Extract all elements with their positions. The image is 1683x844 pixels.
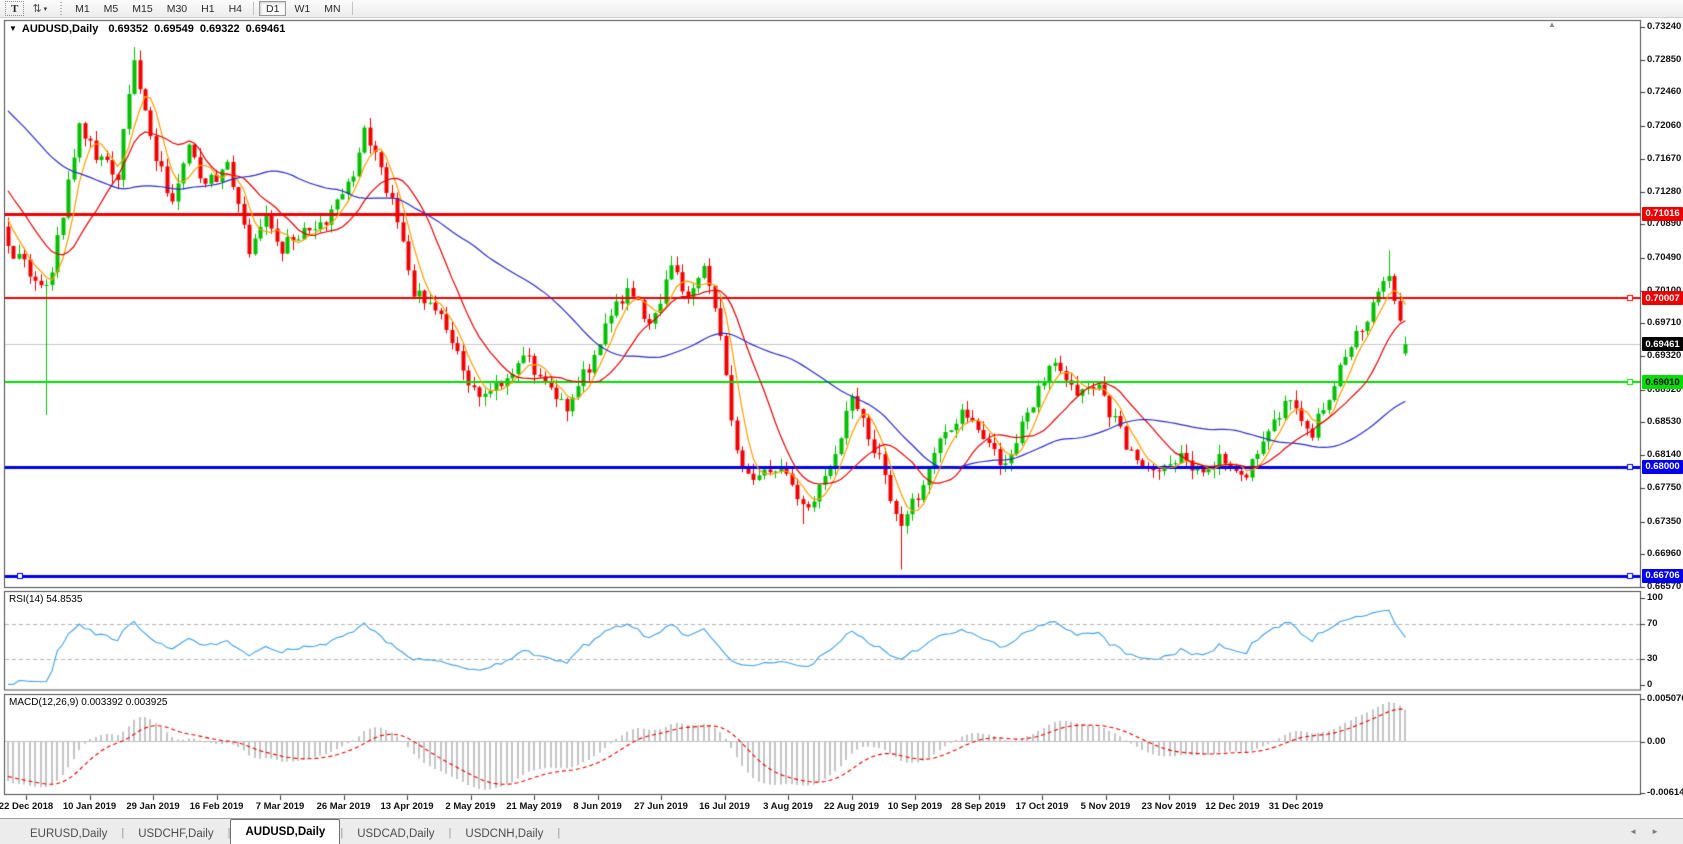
chart-tab-eurusd[interactable]: EURUSD,Daily (16, 823, 121, 844)
arrows-swap-icon: ⇅ (32, 4, 41, 14)
timeframe-button-m30[interactable]: M30 (161, 1, 193, 16)
chart-tab-audusd[interactable]: AUDUSD,Daily (230, 819, 340, 844)
scroll-up-icon[interactable]: ▲ (1548, 20, 1556, 29)
tab-scroll-arrows: ◄ ► (1629, 827, 1659, 836)
toolbar-separator (352, 2, 353, 15)
macd-indicator-label: MACD(12,26,9) 0.003392 0.003925 (9, 697, 167, 708)
timeframe-button-h4[interactable]: H4 (223, 1, 248, 16)
chart-title: ▼ AUDUSD,Daily 0.69352 0.69549 0.69322 0.6946… (9, 23, 291, 35)
timeframe-button-d1[interactable]: D1 (259, 1, 286, 16)
chart-tab-usdcnh[interactable]: USDCNH,Daily (451, 823, 557, 844)
chart-tabs: EURUSD,Daily|USDCHF,Daily|AUDUSD,Daily|U… (16, 819, 560, 844)
chart-style-dropdown-button[interactable]: ⇅ ▾ (26, 1, 53, 16)
quote-high: 0.69549 (154, 23, 194, 35)
caret-down-icon: ▾ (44, 5, 48, 13)
timeframe-button-m1[interactable]: M1 (69, 1, 96, 16)
text-tool-button[interactable]: T (5, 1, 24, 16)
tab-scroll-left-icon[interactable]: ◄ (1629, 827, 1637, 836)
symbol-label: AUDUSD,Daily (22, 23, 98, 35)
timeframe-button-m5[interactable]: M5 (98, 1, 125, 16)
chart-tab-usdcad[interactable]: USDCAD,Daily (343, 823, 448, 844)
timeframe-button-m15[interactable]: M15 (126, 1, 158, 16)
timeframe-button-mn[interactable]: MN (318, 1, 346, 16)
timeframe-toolbar: M1M5M15M30H1H4 D1W1MN (68, 1, 356, 16)
quote-close: 0.69461 (246, 23, 286, 35)
toolbar-grip (60, 2, 62, 15)
top-toolbar: T ⇅ ▾ M1M5M15M30H1H4 D1W1MN (0, 0, 1683, 18)
timeframe-button-h1[interactable]: H1 (195, 1, 220, 16)
toolbar-separator (253, 2, 254, 15)
timeframe-button-w1[interactable]: W1 (288, 1, 316, 16)
tab-separator: | (557, 827, 560, 839)
title-dropdown-icon[interactable]: ▼ (9, 24, 17, 33)
quote-open: 0.69352 (108, 23, 148, 35)
rsi-indicator-label: RSI(14) 54.8535 (9, 594, 82, 605)
quote-low: 0.69322 (200, 23, 240, 35)
chart-tab-usdchf[interactable]: USDCHF,Daily (124, 823, 227, 844)
chart-tab-bar: EURUSD,Daily|USDCHF,Daily|AUDUSD,Daily|U… (0, 818, 1683, 844)
tab-scroll-right-icon[interactable]: ► (1651, 827, 1659, 836)
chart-plot-canvas[interactable] (0, 0, 1683, 844)
